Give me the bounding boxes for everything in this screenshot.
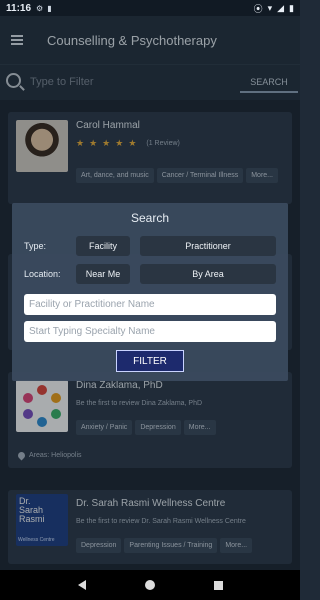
type-facility-button[interactable]: Facility (76, 236, 130, 256)
name-input[interactable] (24, 294, 276, 315)
signal-icon: ◢ (277, 2, 285, 13)
status-icons: ⦿ ▾ ◢ ▮ (254, 2, 294, 15)
home-icon[interactable] (144, 580, 155, 590)
type-label: Type: (24, 241, 47, 251)
wifi-icon: ▾ (267, 2, 273, 13)
dialog-title: Search (130, 211, 170, 225)
type-practitioner-button[interactable]: Practitioner (140, 236, 276, 256)
status-bar: 11:16 ⚙ ▮ ⦿ ▾ ◢ ▮ (0, 0, 300, 16)
sd-card-icon: ▮ (47, 3, 52, 13)
search-dialog: Search Type: Facility Practitioner Locat… (12, 203, 288, 381)
recent-apps-icon[interactable] (213, 580, 223, 590)
battery-icon: ▮ (289, 2, 294, 13)
status-time: 11:16 (6, 2, 32, 14)
back-icon[interactable] (77, 580, 86, 590)
location-label: Location: (24, 269, 61, 279)
location-near-me-button[interactable]: Near Me (76, 264, 130, 284)
specialty-input[interactable] (24, 321, 276, 342)
location-by-area-button[interactable]: By Area (140, 264, 276, 284)
filter-button[interactable]: FILTER (116, 350, 184, 372)
location-icon: ⦿ (253, 3, 263, 14)
system-nav-bar (0, 570, 300, 600)
settings-icon: ⚙ (36, 3, 44, 13)
